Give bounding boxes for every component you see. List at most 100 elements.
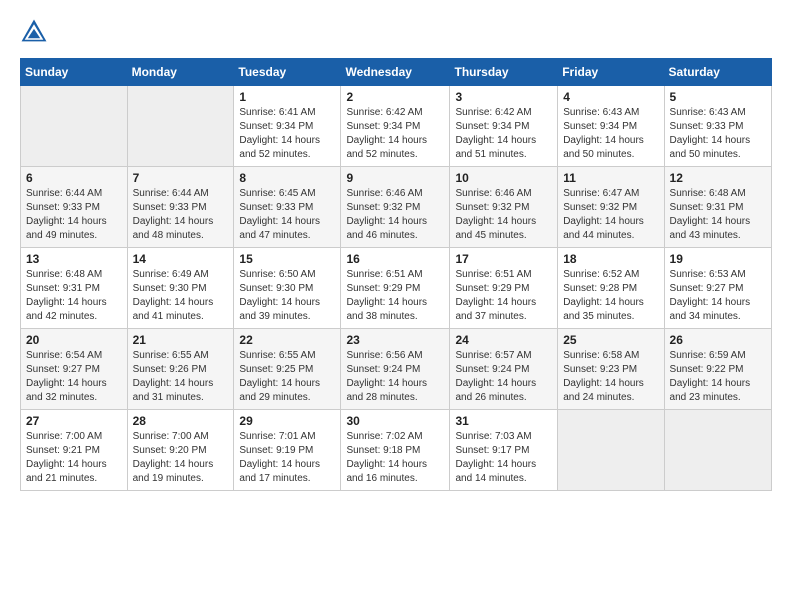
day-info: Sunrise: 6:52 AM Sunset: 9:28 PM Dayligh… xyxy=(563,268,658,324)
day-number: 17 xyxy=(455,252,552,266)
day-cell: 30Sunrise: 7:02 AM Sunset: 9:18 PM Dayli… xyxy=(341,410,450,491)
day-number: 7 xyxy=(133,171,229,185)
day-cell: 22Sunrise: 6:55 AM Sunset: 9:25 PM Dayli… xyxy=(234,329,341,410)
logo-icon xyxy=(20,18,48,46)
day-cell: 5 Sunrise: 6:43 AM Sunset: 9:33 PM Daylig… xyxy=(664,86,771,167)
col-header-wednesday: Wednesday xyxy=(341,59,450,86)
day-number: 16 xyxy=(346,252,444,266)
day-info: Sunrise: 6:44 AM Sunset: 9:33 PM Dayligh… xyxy=(133,187,229,243)
day-info: Sunrise: 7:02 AM Sunset: 9:18 PM Dayligh… xyxy=(346,430,444,486)
day-number: 21 xyxy=(133,333,229,347)
day-info: Sunrise: 6:58 AM Sunset: 9:23 PM Dayligh… xyxy=(563,349,658,405)
day-cell: 28 Sunrise: 7:00 AM Sunset: 9:20 PM Dayli… xyxy=(127,410,234,491)
day-number: 10 xyxy=(455,171,552,185)
day-info: Sunrise: 6:48 AM Sunset: 9:31 PM Dayligh… xyxy=(26,268,122,324)
logo xyxy=(20,18,52,46)
week-row-2: 6 Sunrise: 6:44 AM Sunset: 9:33 PM Daylig… xyxy=(21,167,772,248)
day-number: 24 xyxy=(455,333,552,347)
day-number: 5 xyxy=(670,90,766,104)
day-cell: 11Sunrise: 6:47 AM Sunset: 9:32 PM Dayli… xyxy=(558,167,664,248)
day-number: 27 xyxy=(26,414,122,428)
day-cell: 25 Sunrise: 6:58 AM Sunset: 9:23 PM Dayli… xyxy=(558,329,664,410)
day-info: Sunrise: 6:43 AM Sunset: 9:34 PM Dayligh… xyxy=(563,106,658,162)
day-cell: 17 Sunrise: 6:51 AM Sunset: 9:29 PM Dayli… xyxy=(450,248,558,329)
day-cell: 26Sunrise: 6:59 AM Sunset: 9:22 PM Dayli… xyxy=(664,329,771,410)
day-info: Sunrise: 6:59 AM Sunset: 9:22 PM Dayligh… xyxy=(670,349,766,405)
day-cell: 15Sunrise: 6:50 AM Sunset: 9:30 PM Dayli… xyxy=(234,248,341,329)
day-number: 4 xyxy=(563,90,658,104)
day-info: Sunrise: 6:46 AM Sunset: 9:32 PM Dayligh… xyxy=(346,187,444,243)
day-number: 3 xyxy=(455,90,552,104)
day-cell: 20Sunrise: 6:54 AM Sunset: 9:27 PM Dayli… xyxy=(21,329,128,410)
day-cell: 9 Sunrise: 6:46 AM Sunset: 9:32 PM Daylig… xyxy=(341,167,450,248)
header-row: SundayMondayTuesdayWednesdayThursdayFrid… xyxy=(21,59,772,86)
week-row-4: 20Sunrise: 6:54 AM Sunset: 9:27 PM Dayli… xyxy=(21,329,772,410)
day-number: 22 xyxy=(239,333,335,347)
day-info: Sunrise: 7:03 AM Sunset: 9:17 PM Dayligh… xyxy=(455,430,552,486)
day-info: Sunrise: 6:50 AM Sunset: 9:30 PM Dayligh… xyxy=(239,268,335,324)
day-cell: 31 Sunrise: 7:03 AM Sunset: 9:17 PM Dayli… xyxy=(450,410,558,491)
col-header-thursday: Thursday xyxy=(450,59,558,86)
day-cell: 3 Sunrise: 6:42 AM Sunset: 9:34 PM Daylig… xyxy=(450,86,558,167)
week-row-5: 27 Sunrise: 7:00 AM Sunset: 9:21 PM Dayli… xyxy=(21,410,772,491)
day-number: 29 xyxy=(239,414,335,428)
col-header-friday: Friday xyxy=(558,59,664,86)
day-number: 14 xyxy=(133,252,229,266)
day-cell xyxy=(558,410,664,491)
day-cell: 13 Sunrise: 6:48 AM Sunset: 9:31 PM Dayli… xyxy=(21,248,128,329)
page: SundayMondayTuesdayWednesdayThursdayFrid… xyxy=(0,0,792,612)
day-info: Sunrise: 6:57 AM Sunset: 9:24 PM Dayligh… xyxy=(455,349,552,405)
day-info: Sunrise: 6:51 AM Sunset: 9:29 PM Dayligh… xyxy=(455,268,552,324)
day-number: 28 xyxy=(133,414,229,428)
day-number: 8 xyxy=(239,171,335,185)
day-number: 13 xyxy=(26,252,122,266)
day-cell: 6 Sunrise: 6:44 AM Sunset: 9:33 PM Daylig… xyxy=(21,167,128,248)
week-row-1: 1Sunrise: 6:41 AM Sunset: 9:34 PM Daylig… xyxy=(21,86,772,167)
day-cell: 12 Sunrise: 6:48 AM Sunset: 9:31 PM Dayli… xyxy=(664,167,771,248)
day-cell: 27 Sunrise: 7:00 AM Sunset: 9:21 PM Dayli… xyxy=(21,410,128,491)
day-cell: 29 Sunrise: 7:01 AM Sunset: 9:19 PM Dayli… xyxy=(234,410,341,491)
day-cell xyxy=(127,86,234,167)
day-number: 25 xyxy=(563,333,658,347)
day-info: Sunrise: 7:00 AM Sunset: 9:21 PM Dayligh… xyxy=(26,430,122,486)
day-cell: 24 Sunrise: 6:57 AM Sunset: 9:24 PM Dayli… xyxy=(450,329,558,410)
day-number: 31 xyxy=(455,414,552,428)
day-cell xyxy=(664,410,771,491)
day-cell: 1Sunrise: 6:41 AM Sunset: 9:34 PM Daylig… xyxy=(234,86,341,167)
day-cell: 21Sunrise: 6:55 AM Sunset: 9:26 PM Dayli… xyxy=(127,329,234,410)
calendar-table: SundayMondayTuesdayWednesdayThursdayFrid… xyxy=(20,58,772,491)
day-number: 18 xyxy=(563,252,658,266)
day-info: Sunrise: 6:45 AM Sunset: 9:33 PM Dayligh… xyxy=(239,187,335,243)
col-header-tuesday: Tuesday xyxy=(234,59,341,86)
day-info: Sunrise: 6:43 AM Sunset: 9:33 PM Dayligh… xyxy=(670,106,766,162)
day-info: Sunrise: 6:49 AM Sunset: 9:30 PM Dayligh… xyxy=(133,268,229,324)
day-cell: 4 Sunrise: 6:43 AM Sunset: 9:34 PM Daylig… xyxy=(558,86,664,167)
day-info: Sunrise: 6:51 AM Sunset: 9:29 PM Dayligh… xyxy=(346,268,444,324)
day-info: Sunrise: 6:42 AM Sunset: 9:34 PM Dayligh… xyxy=(455,106,552,162)
day-info: Sunrise: 6:44 AM Sunset: 9:33 PM Dayligh… xyxy=(26,187,122,243)
day-number: 6 xyxy=(26,171,122,185)
day-number: 12 xyxy=(670,171,766,185)
day-cell: 16 Sunrise: 6:51 AM Sunset: 9:29 PM Dayli… xyxy=(341,248,450,329)
day-info: Sunrise: 6:47 AM Sunset: 9:32 PM Dayligh… xyxy=(563,187,658,243)
day-cell: 2Sunrise: 6:42 AM Sunset: 9:34 PM Daylig… xyxy=(341,86,450,167)
day-number: 9 xyxy=(346,171,444,185)
header xyxy=(20,18,772,46)
col-header-monday: Monday xyxy=(127,59,234,86)
day-cell: 7 Sunrise: 6:44 AM Sunset: 9:33 PM Daylig… xyxy=(127,167,234,248)
day-cell: 23Sunrise: 6:56 AM Sunset: 9:24 PM Dayli… xyxy=(341,329,450,410)
day-info: Sunrise: 6:42 AM Sunset: 9:34 PM Dayligh… xyxy=(346,106,444,162)
day-info: Sunrise: 7:01 AM Sunset: 9:19 PM Dayligh… xyxy=(239,430,335,486)
day-cell xyxy=(21,86,128,167)
day-info: Sunrise: 6:46 AM Sunset: 9:32 PM Dayligh… xyxy=(455,187,552,243)
day-cell: 14 Sunrise: 6:49 AM Sunset: 9:30 PM Dayli… xyxy=(127,248,234,329)
day-number: 19 xyxy=(670,252,766,266)
col-header-saturday: Saturday xyxy=(664,59,771,86)
day-cell: 10 Sunrise: 6:46 AM Sunset: 9:32 PM Dayli… xyxy=(450,167,558,248)
day-info: Sunrise: 6:48 AM Sunset: 9:31 PM Dayligh… xyxy=(670,187,766,243)
day-cell: 19Sunrise: 6:53 AM Sunset: 9:27 PM Dayli… xyxy=(664,248,771,329)
week-row-3: 13 Sunrise: 6:48 AM Sunset: 9:31 PM Dayli… xyxy=(21,248,772,329)
day-info: Sunrise: 6:54 AM Sunset: 9:27 PM Dayligh… xyxy=(26,349,122,405)
day-info: Sunrise: 7:00 AM Sunset: 9:20 PM Dayligh… xyxy=(133,430,229,486)
col-header-sunday: Sunday xyxy=(21,59,128,86)
